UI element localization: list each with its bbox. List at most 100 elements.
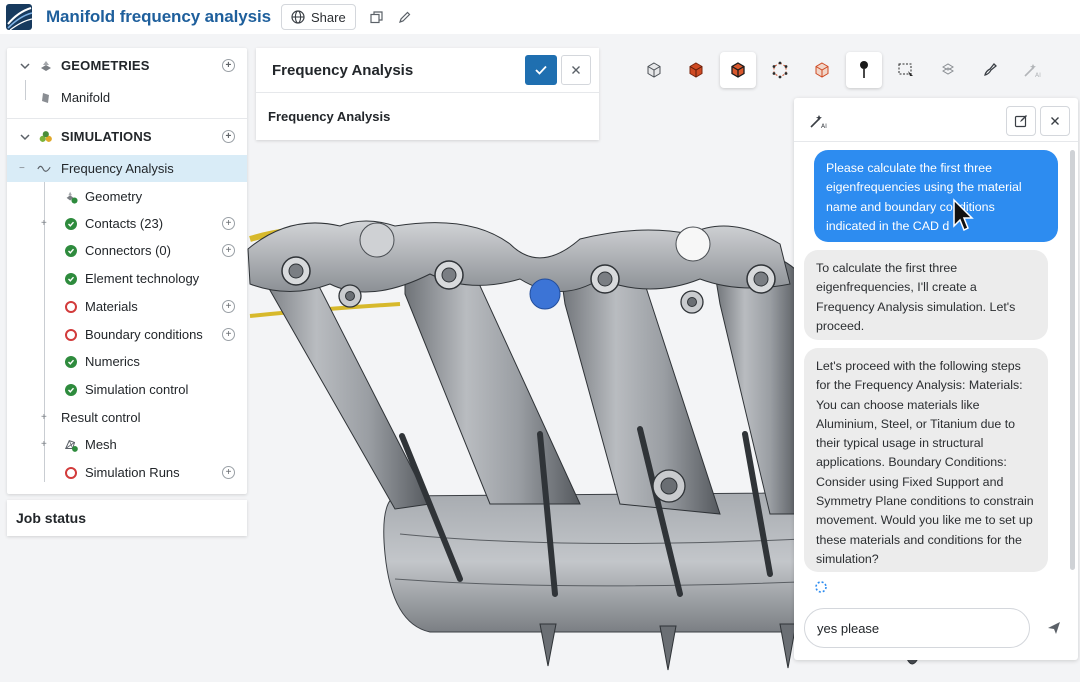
add-boundary-condition-icon[interactable]: + [222,328,235,341]
card-title: Frequency Analysis [272,62,414,79]
chat-input[interactable] [804,608,1030,648]
tree-item-label: Simulation Runs [85,465,180,480]
chat-header: AI [794,98,1078,142]
add-connector-icon[interactable]: + [222,244,235,257]
confirm-button[interactable] [525,55,557,85]
cube-solid-icon[interactable] [678,52,714,88]
tree-item-label: Contacts (23) [85,216,164,231]
tree-item-label: Numerics [85,354,140,369]
cube-edges-icon[interactable] [720,52,756,88]
add-geometry-icon[interactable]: + [222,59,235,72]
ai-wand-icon[interactable]: AI [1014,52,1050,88]
tree-item-label: Connectors (0) [85,243,171,258]
frequency-wave-icon [37,162,51,176]
collapse-icon[interactable]: − [19,163,25,174]
box-select-icon[interactable] [888,52,924,88]
expand-icon[interactable]: + [41,218,47,229]
check-icon [535,65,547,75]
simulations-icon [39,130,53,144]
close-icon [1051,117,1059,125]
assistant-message: Let's proceed with the following steps f… [804,348,1048,572]
status-ok-icon [64,217,78,231]
tree-item-manifold[interactable]: Manifold [7,84,247,111]
chat-scrollbar[interactable] [1070,150,1075,570]
copy-icon[interactable] [370,10,384,24]
simulation-tree-panel: GEOMETRIES + Manifold SIMULATIONS + − Fr… [7,48,247,494]
app-logo[interactable] [0,0,38,34]
add-simulation-run-icon[interactable]: + [222,466,235,479]
loading-spinner-icon [815,581,827,593]
status-error-icon [64,328,78,342]
close-icon [572,66,580,74]
tree-header-geometries[interactable]: GEOMETRIES + [7,52,247,79]
svg-text:AI: AI [1035,72,1041,79]
mouse-cursor-icon [953,198,974,232]
divider [7,118,247,119]
add-simulation-icon[interactable]: + [222,130,235,143]
tree-item-mesh[interactable]: + Mesh [7,431,247,458]
cube-vertices-icon[interactable] [762,52,798,88]
tree-item-contacts[interactable]: + Contacts (23) + [7,210,247,237]
new-chat-button[interactable] [1006,106,1036,136]
cube-faces-icon[interactable] [804,52,840,88]
geometry-item-label: Manifold [61,90,111,105]
status-error-icon [64,466,78,480]
simulation-item-label: Frequency Analysis [61,161,174,176]
tree-item-label: Boundary conditions [85,327,203,342]
top-bar: Manifold frequency analysis Share [0,0,1080,34]
status-ok-icon [64,244,78,258]
tree-item-label: Materials [85,299,138,314]
svg-text:AI: AI [821,123,827,130]
tree-item-simulation-control[interactable]: Simulation control [7,376,247,403]
logo-icon [6,4,33,31]
chevron-down-icon[interactable] [19,131,31,143]
job-status-panel[interactable]: Job status [7,500,247,536]
tree-item-label: Result control [61,410,141,425]
close-chat-button[interactable] [1040,106,1070,136]
tree-item-simulation-runs[interactable]: Simulation Runs + [7,459,247,486]
expand-icon[interactable]: + [41,439,47,450]
tree-item-element-technology[interactable]: Element technology [7,265,247,292]
send-icon [1048,622,1060,634]
globe-icon [291,10,305,24]
ai-assistant-panel: AI Please calculate the first three eige… [794,98,1078,660]
tree-item-geometry[interactable]: Geometry [7,183,247,210]
cube-outline-icon[interactable] [636,52,672,88]
status-error-icon [64,300,78,314]
cancel-button[interactable] [561,55,591,85]
mesh-status-icon [64,438,78,452]
share-button[interactable]: Share [280,4,356,30]
chevron-down-icon[interactable] [19,60,31,72]
tree-item-result-control[interactable]: + Result control [7,404,247,431]
divider [256,92,599,93]
geometries-label: GEOMETRIES [61,58,150,73]
card-subtitle: Frequency Analysis [268,109,391,124]
tree-item-numerics[interactable]: Numerics [7,348,247,375]
tree-item-boundary-conditions[interactable]: Boundary conditions + [7,321,247,348]
frequency-analysis-card: Frequency Analysis Frequency Analysis [256,48,599,140]
send-button[interactable] [1044,618,1064,638]
edit-pencil-icon[interactable] [398,10,412,24]
tree-header-simulations[interactable]: SIMULATIONS + [7,123,247,150]
geometry-status-icon [64,190,78,204]
project-title[interactable]: Manifold frequency analysis [46,7,271,27]
tree-item-frequency-analysis[interactable]: − Frequency Analysis [7,155,247,182]
status-ok-icon [64,272,78,286]
tree-item-label: Simulation control [85,382,189,397]
add-contact-icon[interactable]: + [222,217,235,230]
add-material-icon[interactable]: + [222,300,235,313]
tree-item-materials[interactable]: Materials + [7,293,247,320]
expand-icon[interactable]: + [41,412,47,423]
tree-item-connectors[interactable]: Connectors (0) + [7,237,247,264]
pin-icon[interactable] [846,52,882,88]
tree-item-label: Geometry [85,189,143,204]
share-label: Share [310,9,346,25]
ai-wand-icon: AI [810,115,827,130]
geometries-icon [39,59,53,73]
assembly-icon[interactable] [930,52,966,88]
status-ok-icon [64,383,78,397]
view-toolbar: AI [636,52,1050,88]
edit-icon [1014,115,1027,128]
paint-icon[interactable] [972,52,1008,88]
simulations-label: SIMULATIONS [61,129,152,144]
